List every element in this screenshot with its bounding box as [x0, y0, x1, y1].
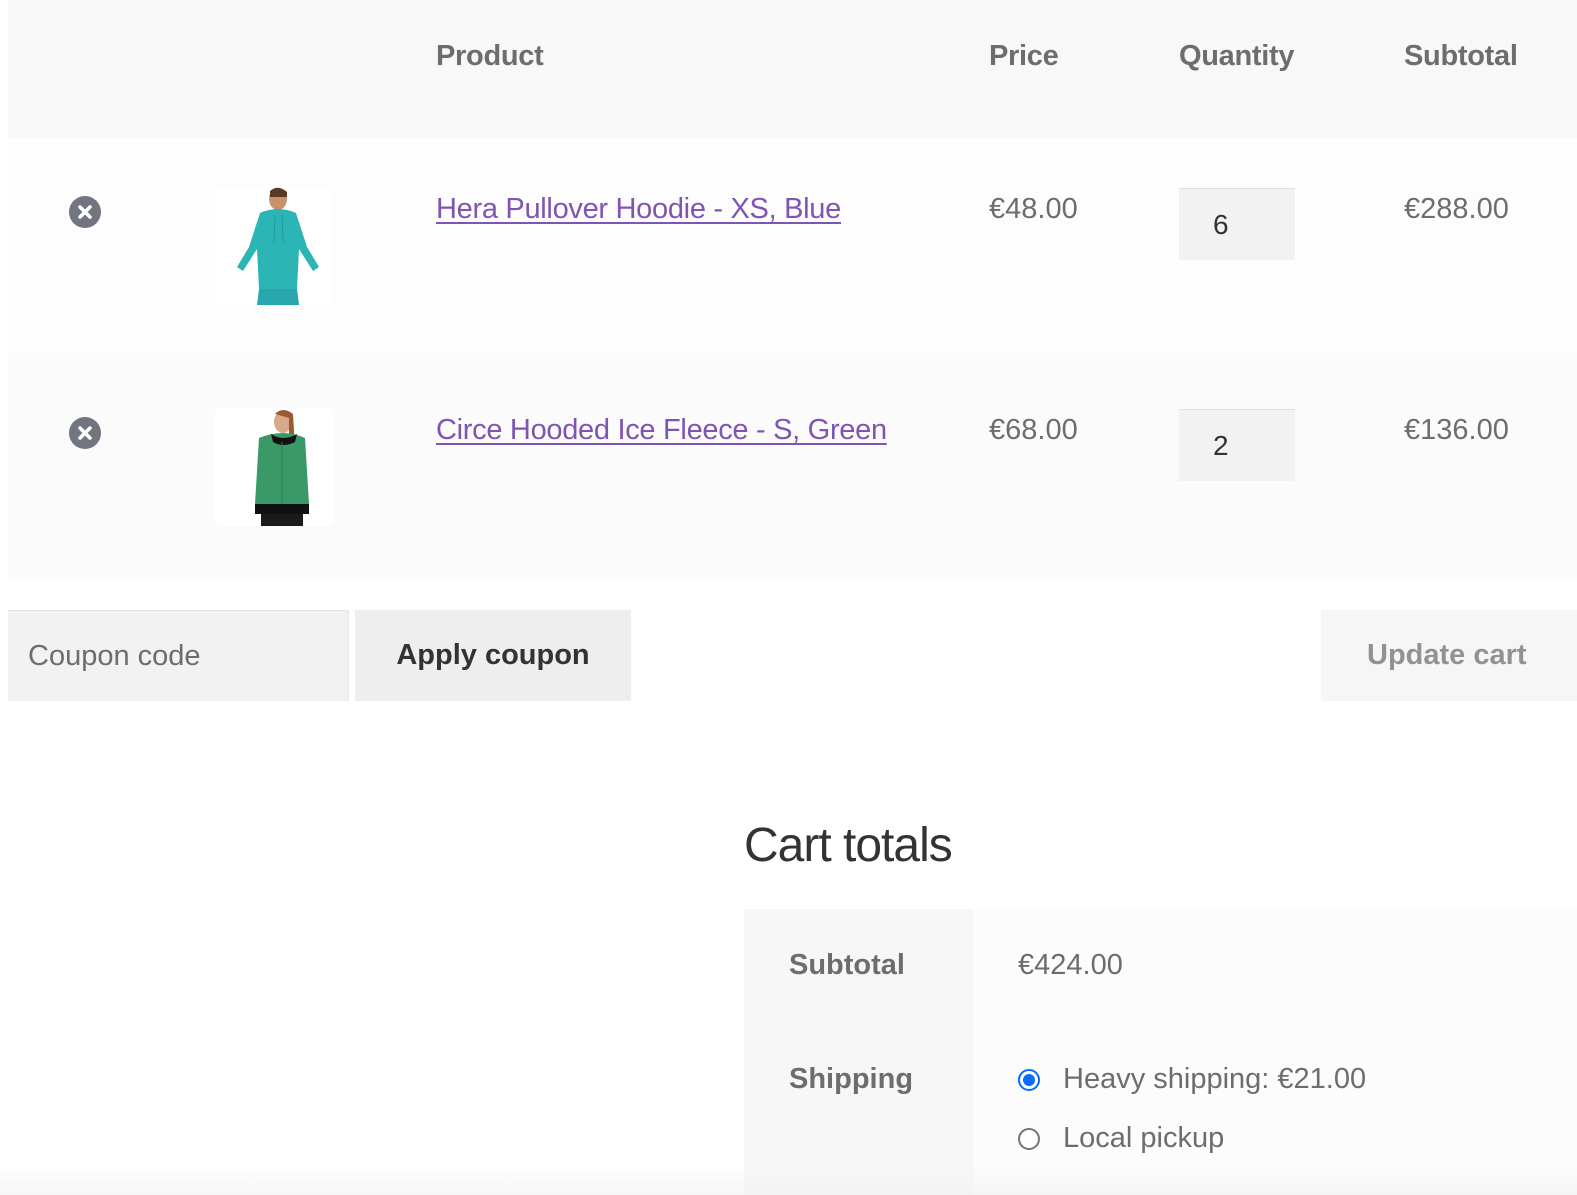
totals-subtotal-label: Subtotal [789, 949, 905, 981]
shipping-option-label: Local pickup [1063, 1122, 1225, 1154]
cart-actions: Apply coupon Update cart [0, 610, 1577, 701]
green-fleece-product-photo [215, 408, 333, 526]
header-quantity: Quantity [1179, 40, 1295, 72]
header-subtotal: Subtotal [1404, 40, 1518, 72]
radio-button-selected[interactable] [1018, 1068, 1040, 1091]
product-thumbnail[interactable] [215, 408, 333, 526]
cart-table: Product Price Quantity Subtotal Hera Pul… [8, 0, 1577, 579]
item-subtotal: €136.00 [1404, 414, 1509, 446]
radio-button[interactable] [1018, 1127, 1040, 1150]
remove-item-button[interactable] [69, 196, 101, 228]
quantity-input[interactable] [1179, 188, 1295, 260]
item-price: €48.00 [989, 193, 1078, 225]
coupon-code-input[interactable] [8, 610, 349, 701]
apply-coupon-button[interactable]: Apply coupon [355, 610, 631, 701]
item-price: €68.00 [989, 414, 1078, 446]
cart-totals-title: Cart totals [744, 819, 953, 872]
cart-totals-table: Subtotal €424.00 Shipping Heavy shipping… [744, 909, 1577, 1195]
item-subtotal: €288.00 [1404, 193, 1509, 225]
header-product: Product [436, 40, 544, 72]
cart-item-row: Hera Pullover Hoodie - XS, Blue €48.00 €… [8, 137, 1577, 358]
remove-circle-x-icon [78, 205, 92, 219]
quantity-input[interactable] [1179, 409, 1295, 481]
product-link[interactable]: Circe Hooded Ice Fleece - S, Green [436, 414, 887, 447]
shipping-option-label: Heavy shipping: €21.00 [1063, 1063, 1367, 1095]
shipping-option-local-pickup[interactable]: Local pickup [1018, 1122, 1224, 1155]
teal-hoodie-product-photo [215, 187, 333, 305]
product-thumbnail[interactable] [215, 187, 333, 305]
totals-subtotal-value: €424.00 [1018, 949, 1123, 981]
update-cart-button[interactable]: Update cart [1321, 610, 1577, 701]
remove-item-button[interactable] [69, 417, 101, 449]
remove-circle-x-icon [78, 426, 92, 440]
cart-table-header: Product Price Quantity Subtotal [8, 0, 1577, 137]
shipping-option-heavy[interactable]: Heavy shipping: €21.00 [1018, 1063, 1366, 1096]
product-link[interactable]: Hera Pullover Hoodie - XS, Blue [436, 193, 841, 226]
cart-item-row: Circe Hooded Ice Fleece - S, Green €68.0… [8, 358, 1577, 579]
totals-shipping-label: Shipping [789, 1063, 914, 1095]
header-price: Price [989, 40, 1059, 72]
